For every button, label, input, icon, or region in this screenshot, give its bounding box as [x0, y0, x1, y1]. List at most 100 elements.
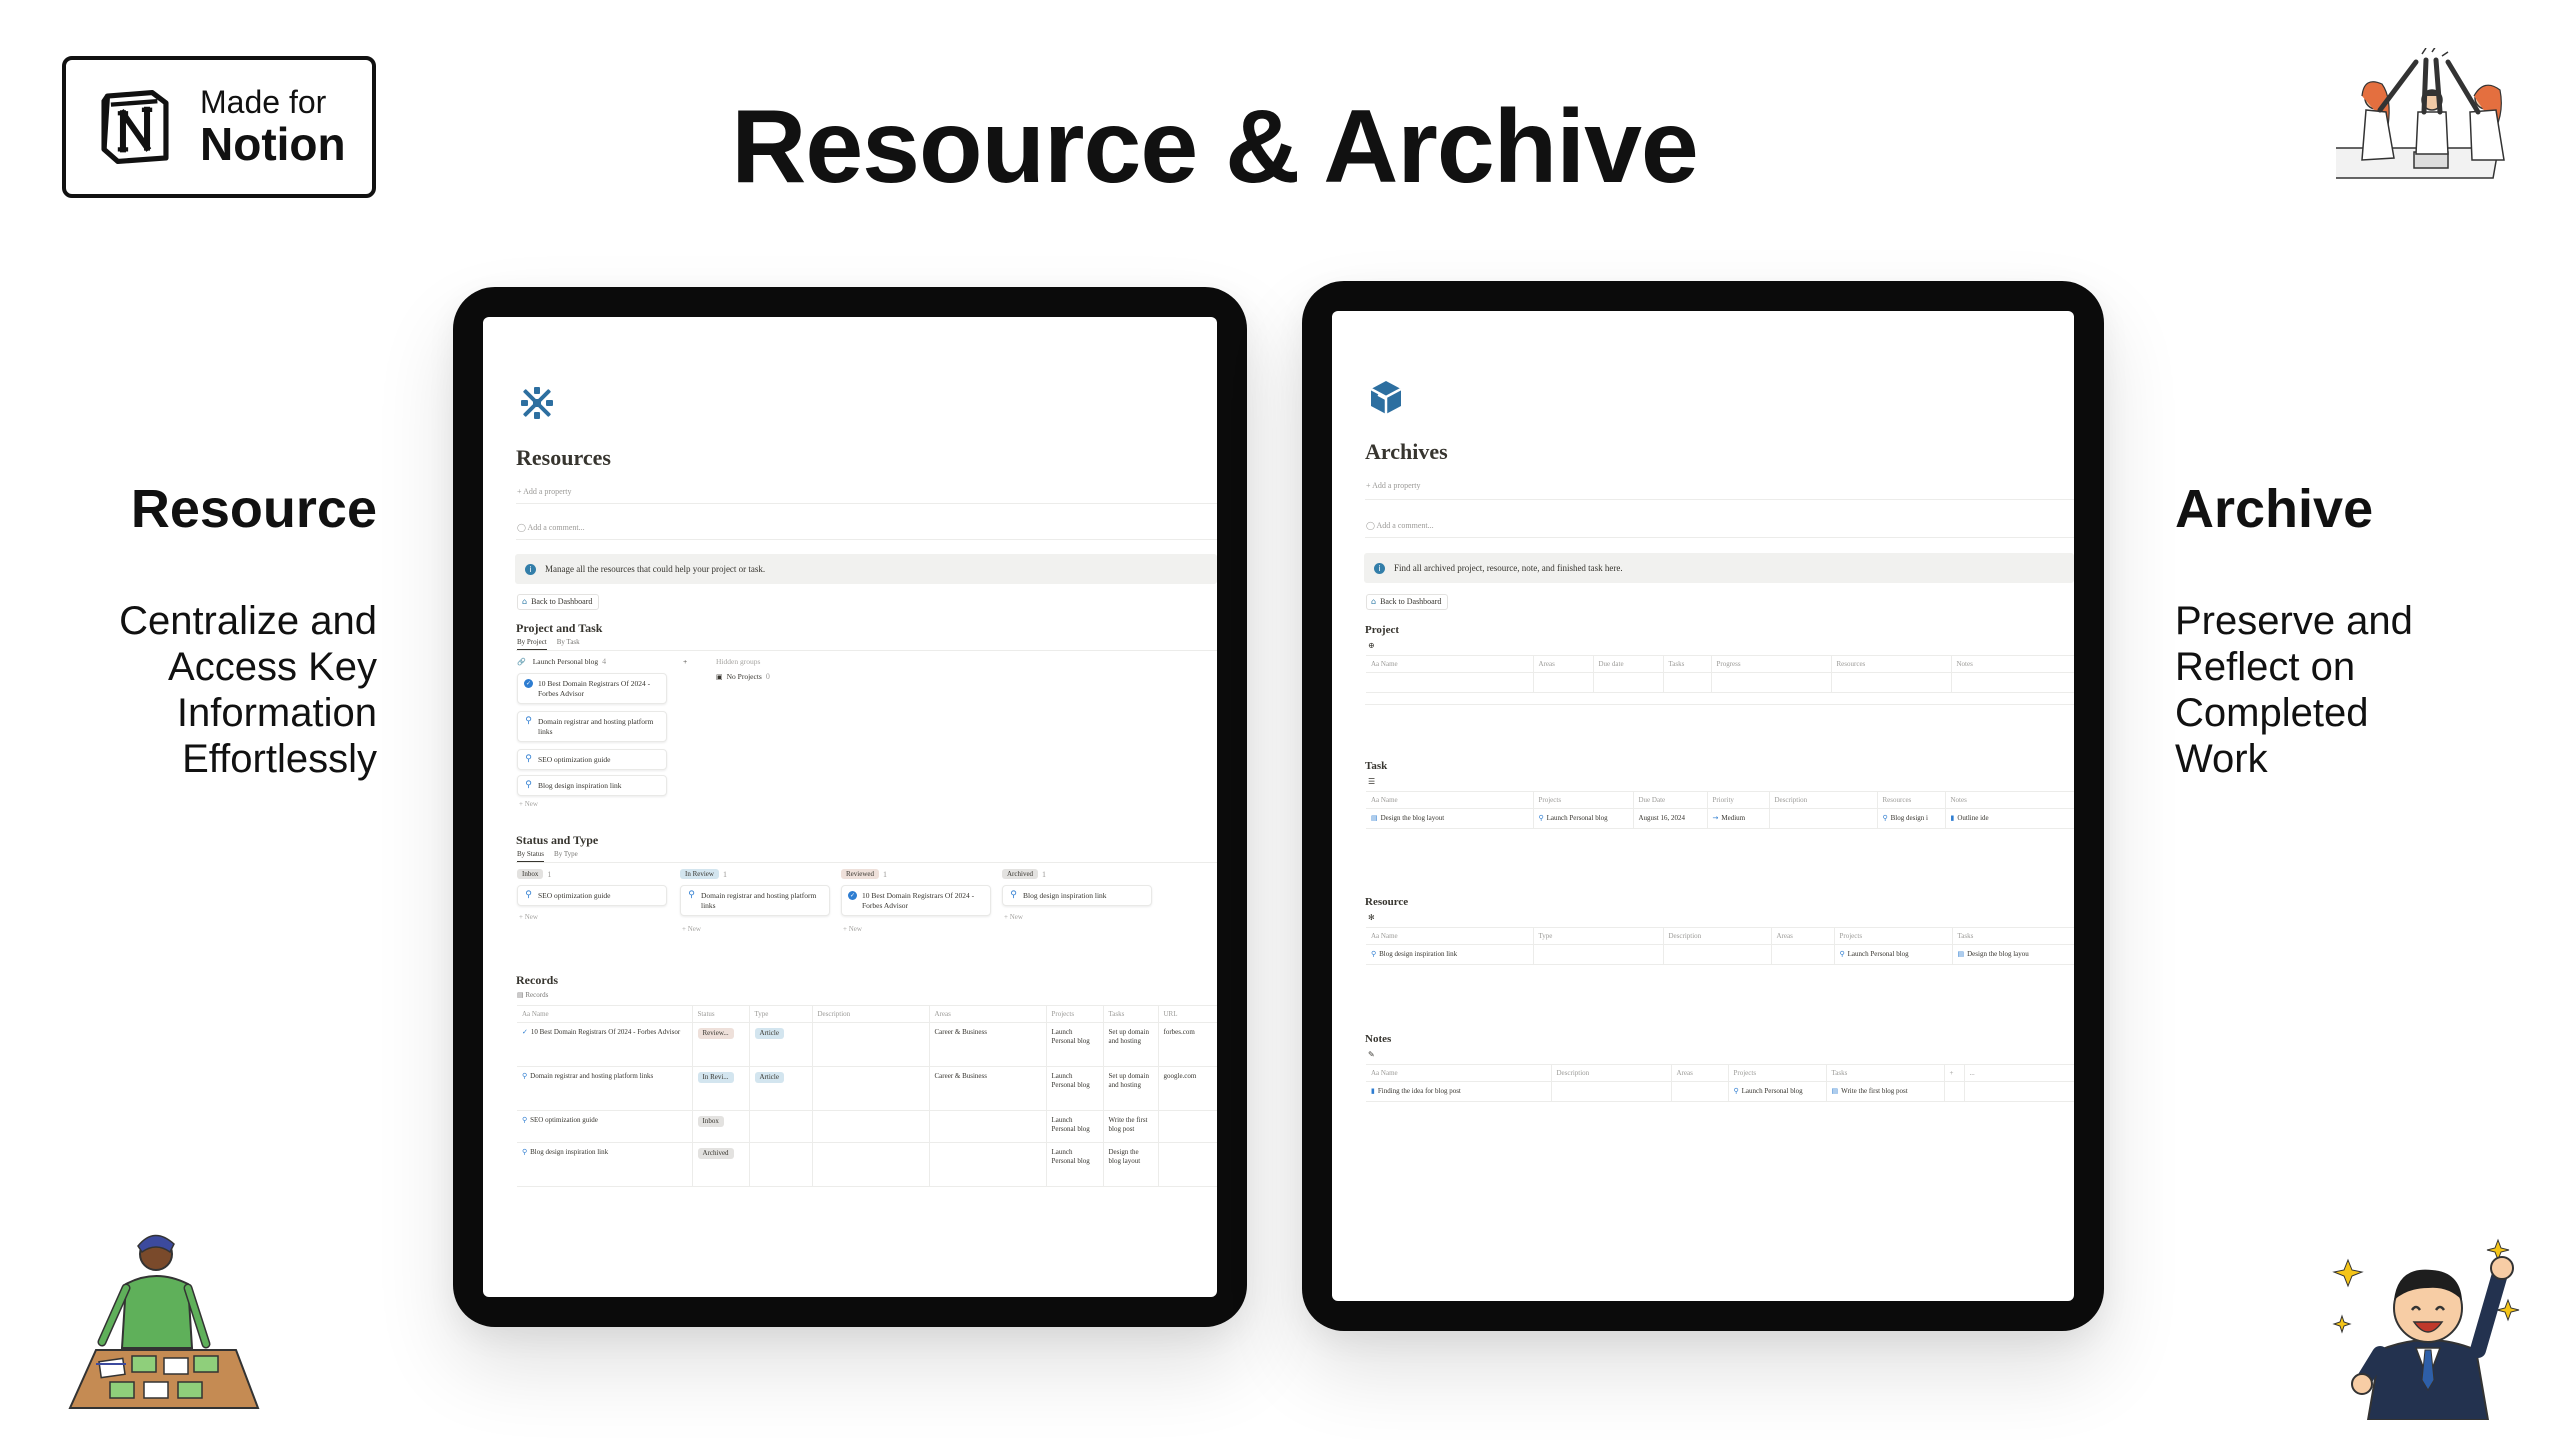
column-header[interactable]: Status: [692, 1005, 750, 1023]
column-header[interactable]: Aa Name: [1366, 655, 1534, 673]
column-header[interactable]: Aa Name: [517, 1005, 693, 1023]
new-card-button[interactable]: + New: [682, 925, 701, 933]
column-header[interactable]: Projects: [1834, 927, 1953, 945]
new-card-button[interactable]: + New: [519, 800, 538, 808]
resources-tablet: Resources + Add a property ◯ Add a comme…: [453, 287, 1247, 1327]
column-header[interactable]: Projects: [1533, 791, 1634, 809]
status-column-archived[interactable]: Archived 1: [1002, 869, 1046, 879]
board-card[interactable]: ⚲ SEO optimization guide: [517, 749, 667, 770]
section-records: Records: [516, 973, 558, 987]
back-to-dashboard-button[interactable]: ⌂ Back to Dashboard: [1366, 594, 1449, 610]
section-notes: Notes: [1365, 1033, 1392, 1045]
board-card[interactable]: ✓ 10 Best Domain Registrars Of 2024 - For…: [517, 673, 667, 704]
column-header[interactable]: Areas: [1771, 927, 1835, 945]
column-header[interactable]: Resources: [1877, 791, 1946, 809]
group-header[interactable]: 🔗 Launch Personal blog 4: [517, 657, 606, 666]
board-card[interactable]: ✓ 10 Best Domain Registrars Of 2024 - For…: [841, 885, 991, 916]
info-icon: i: [525, 563, 536, 575]
view-icon[interactable]: ✎: [1368, 1050, 1375, 1059]
status-column-in-review[interactable]: In Review 1: [680, 869, 727, 879]
resources-screen: Resources + Add a property ◯ Add a comme…: [483, 317, 1217, 1297]
board-card[interactable]: ⚲ Blog design inspiration link: [517, 775, 667, 796]
section-task: Task: [1365, 760, 1388, 772]
info-callout: i Manage all the resources that could he…: [515, 554, 1217, 584]
board-card[interactable]: ⚲ Domain registrar and hosting platform l…: [680, 885, 830, 916]
column-header[interactable]: Due Date: [1633, 791, 1708, 809]
column-header[interactable]: URL: [1158, 1005, 1217, 1023]
add-group-icon[interactable]: +: [683, 657, 687, 666]
column-header[interactable]: Notes: [1951, 655, 2074, 673]
column-header[interactable]: Areas: [1533, 655, 1594, 673]
archives-screen: Archives + Add a property ◯ Add a commen…: [1332, 311, 2074, 1301]
column-header[interactable]: Projects: [1728, 1064, 1827, 1082]
back-to-dashboard-button[interactable]: ⌂ Back to Dashboard: [517, 594, 600, 610]
table-row[interactable]: ⚲ SEO optimization guide Inbox Launch Per…: [517, 1110, 1217, 1143]
more-options-button[interactable]: ...: [1964, 1064, 2074, 1082]
divider: [1365, 537, 2074, 538]
column-header[interactable]: Progress: [1711, 655, 1832, 673]
column-header[interactable]: Description: [1551, 1064, 1672, 1082]
table-row[interactable]: ⚲ Blog design inspiration link ⚲ Launch Pe…: [1366, 944, 2074, 965]
link-icon: ⚲: [525, 716, 532, 726]
view-icon[interactable]: ⊕: [1368, 641, 1375, 650]
board-card[interactable]: ⚲ Blog design inspiration link: [1002, 885, 1152, 906]
column-header[interactable]: Aa Name: [1366, 1064, 1552, 1082]
board-card[interactable]: ⚲ Domain registrar and hosting platform l…: [517, 711, 667, 742]
table-row[interactable]: ⚲ Blog design inspiration link Archived L…: [517, 1142, 1217, 1187]
column-header[interactable]: Type: [1533, 927, 1664, 945]
hidden-groups-label: Hidden groups: [716, 657, 761, 666]
column-header[interactable]: Due date: [1593, 655, 1664, 673]
column-header[interactable]: Description: [1663, 927, 1772, 945]
column-header[interactable]: Description: [812, 1005, 930, 1023]
link-icon: ⚲: [525, 754, 532, 764]
column-header[interactable]: Aa Name: [1366, 927, 1534, 945]
new-card-button[interactable]: + New: [519, 913, 538, 921]
section-project-task: Project and Task: [516, 621, 603, 635]
column-header[interactable]: Aa Name: [1366, 791, 1534, 809]
add-comment-field[interactable]: ◯ Add a comment...: [1366, 521, 1434, 530]
column-header[interactable]: Description: [1769, 791, 1878, 809]
section-project: Project: [1365, 624, 1399, 636]
column-header[interactable]: Tasks: [1952, 927, 2074, 945]
column-header[interactable]: Priority: [1707, 791, 1770, 809]
table-row[interactable]: ✓ 10 Best Domain Registrars Of 2024 - For…: [517, 1022, 1217, 1067]
column-header[interactable]: Resources: [1831, 655, 1952, 673]
column-header[interactable]: Tasks: [1663, 655, 1712, 673]
board-card[interactable]: ⚲ SEO optimization guide: [517, 885, 667, 906]
records-table: Aa Name Status Type Description Areas Pr…: [517, 1005, 1217, 1187]
new-card-button[interactable]: + New: [843, 925, 862, 933]
divider: [516, 650, 1217, 651]
table-row[interactable]: ▤ Design the blog layout ⚲ Launch Personal…: [1366, 808, 2074, 829]
add-comment-field[interactable]: ◯ Add a comment...: [517, 523, 585, 532]
status-column-inbox[interactable]: Inbox 1: [517, 869, 551, 879]
column-header[interactable]: Type: [749, 1005, 813, 1023]
archived-tasks-table: Aa Name Projects Due Date Priority Descr…: [1366, 791, 2074, 829]
tab-records[interactable]: ▤ Records: [517, 991, 548, 999]
add-property-link[interactable]: + Add a property: [517, 487, 572, 496]
archive-box-icon: [1370, 381, 1402, 414]
archive-caption-body: Preserve and Reflect on Completed Work: [2175, 599, 2413, 781]
status-column-reviewed[interactable]: Reviewed 1: [841, 869, 887, 879]
divider: [516, 539, 1217, 540]
no-projects-group[interactable]: ▣ No Projects 0: [716, 672, 770, 681]
table-row[interactable]: ⚲ Domain registrar and hosting platform l…: [517, 1066, 1217, 1111]
callout-text: Find all archived project, resource, not…: [1394, 563, 1623, 573]
add-column-button[interactable]: +: [1944, 1064, 1965, 1082]
records-view-tab: ▤ Records: [517, 991, 548, 999]
new-card-button[interactable]: + New: [1004, 913, 1023, 921]
callout-text: Manage all the resources that could help…: [545, 564, 766, 574]
column-header[interactable]: Areas: [1671, 1064, 1729, 1082]
archive-caption-title: Archive: [2175, 479, 2374, 539]
table-row[interactable]: ▮ Finding the idea for blog post ⚲ Launch …: [1366, 1081, 2074, 1102]
add-property-link[interactable]: + Add a property: [1366, 481, 1421, 490]
view-icon[interactable]: ✻: [1368, 913, 1375, 922]
column-header[interactable]: Projects: [1046, 1005, 1104, 1023]
page-title: Resources: [516, 445, 611, 470]
link-icon: ⚲: [688, 890, 695, 900]
column-header[interactable]: Tasks: [1103, 1005, 1159, 1023]
column-header[interactable]: Areas: [929, 1005, 1047, 1023]
archived-notes-table: Aa Name Description Areas Projects Tasks…: [1366, 1064, 2074, 1102]
column-header[interactable]: Tasks: [1826, 1064, 1945, 1082]
view-icon[interactable]: ☰: [1368, 777, 1375, 786]
column-header[interactable]: Notes: [1945, 791, 2074, 809]
